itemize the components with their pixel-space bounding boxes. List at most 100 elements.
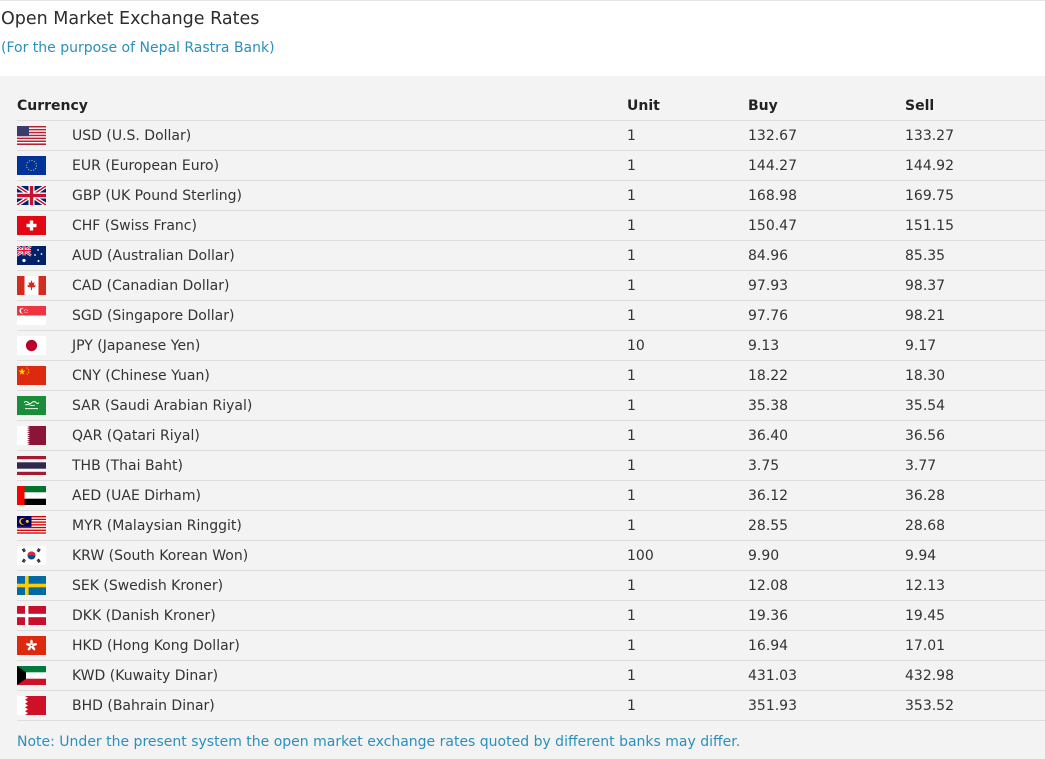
sell-rate: 36.56 bbox=[905, 420, 1045, 451]
singapore-flag-icon bbox=[17, 306, 46, 325]
table-row: SEK (Swedish Kroner) 1 12.08 12.13 bbox=[17, 570, 1045, 601]
sell-rate: 432.98 bbox=[905, 660, 1045, 691]
table-row: AUD (Australian Dollar) 1 84.96 85.35 bbox=[17, 240, 1045, 271]
currency-name: SAR (Saudi Arabian Riyal) bbox=[72, 390, 627, 421]
table-row: SAR (Saudi Arabian Riyal) 1 35.38 35.54 bbox=[17, 390, 1045, 421]
sell-rate: 3.77 bbox=[905, 450, 1045, 481]
buy-rate: 144.27 bbox=[748, 150, 905, 181]
currency-name: QAR (Qatari Riyal) bbox=[72, 420, 627, 451]
column-header-currency: Currency bbox=[17, 91, 627, 121]
unit-value: 1 bbox=[627, 180, 748, 211]
unit-value: 1 bbox=[627, 150, 748, 181]
sell-rate: 18.30 bbox=[905, 360, 1045, 391]
unit-value: 1 bbox=[627, 120, 748, 151]
exchange-rates-table: Currency Unit Buy Sell USD (U.S. Dollar)… bbox=[17, 91, 1045, 721]
buy-rate: 351.93 bbox=[748, 690, 905, 721]
unit-value: 1 bbox=[627, 240, 748, 271]
buy-rate: 150.47 bbox=[748, 210, 905, 241]
buy-rate: 16.94 bbox=[748, 630, 905, 661]
unit-value: 1 bbox=[627, 630, 748, 661]
switzerland-flag-icon bbox=[17, 216, 46, 235]
buy-rate: 36.40 bbox=[748, 420, 905, 451]
table-row: JPY (Japanese Yen) 10 9.13 9.17 bbox=[17, 330, 1045, 361]
sell-rate: 151.15 bbox=[905, 210, 1045, 241]
table-row: AED (UAE Dirham) 1 36.12 36.28 bbox=[17, 480, 1045, 511]
sell-rate: 17.01 bbox=[905, 630, 1045, 661]
disclaimer-note: Note: Under the present system the open … bbox=[17, 734, 741, 750]
currency-name: HKD (Hong Kong Dollar) bbox=[72, 630, 627, 661]
column-header-unit: Unit bbox=[627, 91, 748, 121]
table-row: QAR (Qatari Riyal) 1 36.40 36.56 bbox=[17, 420, 1045, 451]
sell-rate: 169.75 bbox=[905, 180, 1045, 211]
table-row: KWD (Kuwaity Dinar) 1 431.03 432.98 bbox=[17, 660, 1045, 691]
sell-rate: 19.45 bbox=[905, 600, 1045, 631]
malaysia-flag-icon bbox=[17, 516, 46, 535]
currency-name: SEK (Swedish Kroner) bbox=[72, 570, 627, 601]
sell-rate: 353.52 bbox=[905, 690, 1045, 721]
uk-flag-icon bbox=[17, 186, 46, 205]
currency-name: MYR (Malaysian Ringgit) bbox=[72, 510, 627, 541]
currency-name: DKK (Danish Kroner) bbox=[72, 600, 627, 631]
column-header-buy: Buy bbox=[748, 91, 905, 121]
sell-rate: 144.92 bbox=[905, 150, 1045, 181]
table-row: CNY (Chinese Yuan) 1 18.22 18.30 bbox=[17, 360, 1045, 391]
table-row: BHD (Bahrain Dinar) 1 351.93 353.52 bbox=[17, 690, 1045, 721]
buy-rate: 431.03 bbox=[748, 660, 905, 691]
sell-rate: 12.13 bbox=[905, 570, 1045, 601]
denmark-flag-icon bbox=[17, 606, 46, 625]
unit-value: 1 bbox=[627, 390, 748, 421]
table-row: CHF (Swiss Franc) 1 150.47 151.15 bbox=[17, 210, 1045, 241]
unit-value: 1 bbox=[627, 690, 748, 721]
bahrain-flag-icon bbox=[17, 696, 46, 715]
table-row: GBP (UK Pound Sterling) 1 168.98 169.75 bbox=[17, 180, 1045, 211]
buy-rate: 84.96 bbox=[748, 240, 905, 271]
table-row: KRW (South Korean Won) 100 9.90 9.94 bbox=[17, 540, 1045, 571]
currency-name: AED (UAE Dirham) bbox=[72, 480, 627, 511]
table-row: DKK (Danish Kroner) 1 19.36 19.45 bbox=[17, 600, 1045, 631]
table-header-row: Currency Unit Buy Sell bbox=[17, 91, 1045, 121]
sell-rate: 98.21 bbox=[905, 300, 1045, 331]
buy-rate: 18.22 bbox=[748, 360, 905, 391]
buy-rate: 12.08 bbox=[748, 570, 905, 601]
sell-rate: 9.94 bbox=[905, 540, 1045, 571]
buy-rate: 9.90 bbox=[748, 540, 905, 571]
table-row: HKD (Hong Kong Dollar) 1 16.94 17.01 bbox=[17, 630, 1045, 661]
unit-value: 10 bbox=[627, 330, 748, 361]
south-korea-flag-icon bbox=[17, 546, 46, 565]
currency-name: BHD (Bahrain Dinar) bbox=[72, 690, 627, 721]
thailand-flag-icon bbox=[17, 456, 46, 475]
japan-flag-icon bbox=[17, 336, 46, 355]
buy-rate: 97.93 bbox=[748, 270, 905, 301]
page-title: Open Market Exchange Rates bbox=[1, 9, 260, 29]
table-row: THB (Thai Baht) 1 3.75 3.77 bbox=[17, 450, 1045, 481]
usa-flag-icon bbox=[17, 126, 46, 145]
table-row: CAD (Canadian Dollar) 1 97.93 98.37 bbox=[17, 270, 1045, 301]
sweden-flag-icon bbox=[17, 576, 46, 595]
table-row: MYR (Malaysian Ringgit) 1 28.55 28.68 bbox=[17, 510, 1045, 541]
sell-rate: 133.27 bbox=[905, 120, 1045, 151]
currency-name: EUR (European Euro) bbox=[72, 150, 627, 181]
hong-kong-flag-icon bbox=[17, 636, 46, 655]
currency-name: SGD (Singapore Dollar) bbox=[72, 300, 627, 331]
unit-value: 1 bbox=[627, 660, 748, 691]
currency-name: AUD (Australian Dollar) bbox=[72, 240, 627, 271]
rates-panel: Currency Unit Buy Sell USD (U.S. Dollar)… bbox=[0, 76, 1045, 759]
unit-value: 1 bbox=[627, 360, 748, 391]
sell-rate: 28.68 bbox=[905, 510, 1045, 541]
buy-rate: 168.98 bbox=[748, 180, 905, 211]
sell-rate: 35.54 bbox=[905, 390, 1045, 421]
sell-rate: 85.35 bbox=[905, 240, 1045, 271]
sell-rate: 36.28 bbox=[905, 480, 1045, 511]
currency-name: KWD (Kuwaity Dinar) bbox=[72, 660, 627, 691]
buy-rate: 36.12 bbox=[748, 480, 905, 511]
buy-rate: 9.13 bbox=[748, 330, 905, 361]
unit-value: 1 bbox=[627, 420, 748, 451]
buy-rate: 3.75 bbox=[748, 450, 905, 481]
unit-value: 1 bbox=[627, 210, 748, 241]
currency-name: CHF (Swiss Franc) bbox=[72, 210, 627, 241]
table-row: USD (U.S. Dollar) 1 132.67 133.27 bbox=[17, 120, 1045, 151]
qatar-flag-icon bbox=[17, 426, 46, 445]
unit-value: 1 bbox=[627, 600, 748, 631]
buy-rate: 19.36 bbox=[748, 600, 905, 631]
page-subtitle: (For the purpose of Nepal Rastra Bank) bbox=[1, 40, 275, 56]
